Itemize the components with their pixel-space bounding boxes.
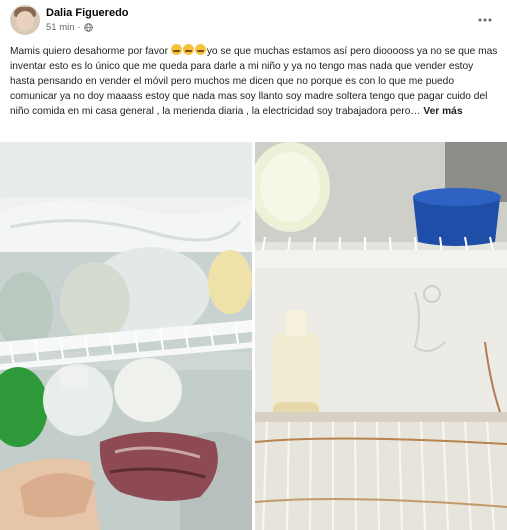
more-dots-icon [478, 18, 492, 22]
post-meta: 51 min · [46, 22, 93, 33]
avatar[interactable] [10, 5, 40, 35]
post-header: Dalia Figueredo 51 min · [0, 0, 507, 44]
photo-grid [0, 142, 507, 530]
fridge-photo-left[interactable] [0, 142, 252, 530]
fridge-photo-right-image [255, 142, 507, 530]
crying-emoji-icon [170, 44, 182, 55]
meta-separator: · [77, 22, 81, 33]
post-text-lead: Mamis quiero desahorme por favor [10, 46, 168, 57]
author-name[interactable]: Dalia Figueredo [46, 7, 129, 19]
post-text: Mamis quiero desahorme por favor yo se q… [10, 44, 500, 119]
globe-icon[interactable] [83, 23, 93, 32]
fridge-photo-right[interactable] [255, 142, 507, 530]
post-time[interactable]: 51 min [46, 22, 75, 33]
more-options-button[interactable] [477, 12, 493, 28]
crying-emoji-icon [182, 44, 194, 55]
fridge-photo-left-image [0, 142, 252, 530]
crying-emoji-icon [194, 44, 206, 55]
avatar-face [16, 11, 34, 31]
see-more-link[interactable]: Ver más [423, 106, 462, 117]
